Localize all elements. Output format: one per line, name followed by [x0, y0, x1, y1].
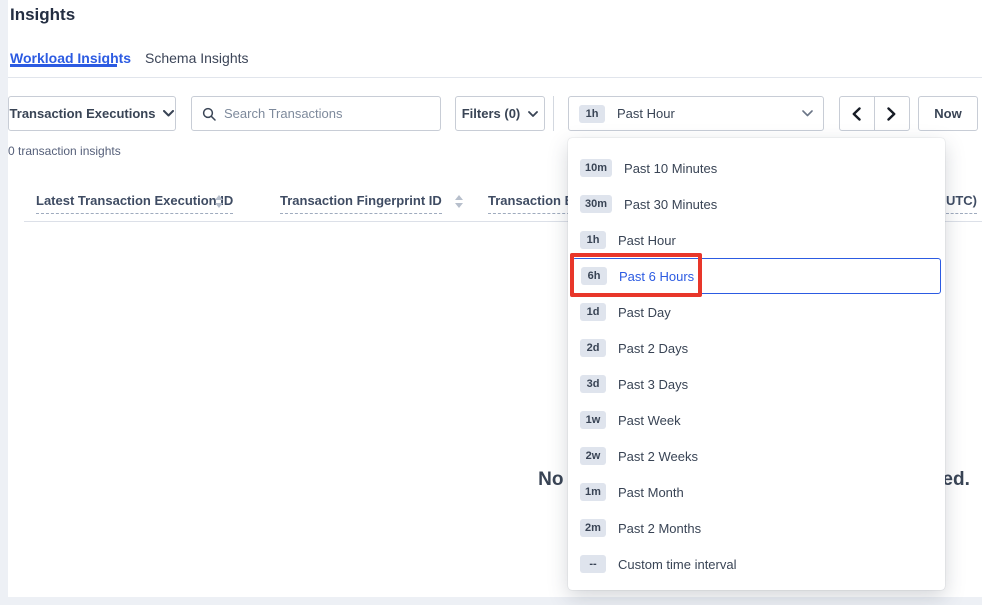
chevron-right-icon: [887, 107, 896, 121]
time-option-label: Past Hour: [618, 233, 676, 248]
tab-schema-insights-label: Schema Insights: [145, 50, 249, 66]
time-option-past-week[interactable]: 1w Past Week: [572, 402, 941, 438]
time-interval-selector[interactable]: 1h Past Hour: [568, 96, 824, 131]
time-option-past-month[interactable]: 1m Past Month: [572, 474, 941, 510]
column-transaction-execution[interactable]: Transaction Ex: [488, 193, 580, 214]
active-tab-underline: [10, 64, 117, 67]
column-latest-transaction-execution-id[interactable]: Latest Transaction Execution ID: [36, 193, 233, 214]
time-option-past-2-days[interactable]: 2d Past 2 Days: [572, 330, 941, 366]
toolbar-divider: [553, 96, 554, 131]
time-option-past-30-minutes[interactable]: 30m Past 30 Minutes: [572, 186, 941, 222]
tab-workload-insights[interactable]: Workload Insights: [10, 50, 131, 66]
time-option-label: Past 2 Weeks: [618, 449, 698, 464]
next-interval-button[interactable]: [875, 97, 910, 130]
column-start-time-utc[interactable]: UTC): [946, 193, 977, 214]
search-icon: [202, 107, 216, 121]
now-button[interactable]: Now: [918, 96, 978, 131]
filters-button[interactable]: Filters (0): [455, 96, 545, 131]
search-box[interactable]: [191, 96, 441, 131]
red-annotation-box: [570, 253, 702, 297]
time-option-badge: --: [580, 555, 606, 573]
now-button-label: Now: [934, 106, 961, 121]
tab-schema-insights[interactable]: Schema Insights: [145, 50, 249, 66]
column-transaction-fingerprint-id[interactable]: Transaction Fingerprint ID: [280, 193, 442, 214]
sort-icon[interactable]: [455, 195, 463, 208]
time-option-label: Custom time interval: [618, 557, 736, 572]
time-option-badge: 2w: [580, 447, 606, 465]
chevron-down-icon: [802, 110, 813, 117]
time-option-badge: 1w: [580, 411, 606, 429]
time-option-past-2-weeks[interactable]: 2w Past 2 Weeks: [572, 438, 941, 474]
time-option-past-10-minutes[interactable]: 10m Past 10 Minutes: [572, 150, 941, 186]
time-option-label: Past 2 Months: [618, 521, 701, 536]
filters-button-label: Filters (0): [462, 106, 521, 121]
time-interval-label: Past Hour: [617, 106, 802, 121]
time-option-label: Past Month: [618, 485, 684, 500]
time-option-badge: 2d: [580, 339, 606, 357]
time-option-badge: 30m: [580, 195, 612, 213]
time-option-badge: 1d: [580, 303, 606, 321]
workload-type-selector-label: Transaction Executions: [10, 106, 156, 121]
tab-bar: Workload Insights Schema Insights: [8, 46, 982, 78]
page-title: Insights: [10, 5, 75, 25]
time-option-past-2-months[interactable]: 2m Past 2 Months: [572, 510, 941, 546]
time-option-label: Past 30 Minutes: [624, 197, 717, 212]
insights-count: 0 transaction insights: [8, 144, 121, 158]
time-interval-dropdown: 10m Past 10 Minutes 30m Past 30 Minutes …: [568, 138, 945, 590]
sort-icon[interactable]: [215, 195, 223, 208]
time-nav-arrows: [839, 96, 910, 131]
search-input[interactable]: [224, 106, 430, 121]
time-option-past-day[interactable]: 1d Past Day: [572, 294, 941, 330]
time-option-label: Past 2 Days: [618, 341, 688, 356]
chevron-left-icon: [852, 107, 861, 121]
time-option-badge: 1m: [580, 483, 606, 501]
time-option-badge: 2m: [580, 519, 606, 537]
time-option-label: Past 10 Minutes: [624, 161, 717, 176]
workload-type-selector[interactable]: Transaction Executions: [8, 96, 176, 131]
time-option-label: Past Day: [618, 305, 671, 320]
time-option-past-3-days[interactable]: 3d Past 3 Days: [572, 366, 941, 402]
time-option-label: Past Week: [618, 413, 681, 428]
chevron-down-icon: [528, 111, 538, 117]
chevron-down-icon: [163, 110, 174, 117]
time-option-badge: 1h: [580, 231, 606, 249]
time-option-custom-interval[interactable]: -- Custom time interval: [572, 546, 941, 582]
time-option-badge: 10m: [580, 159, 612, 177]
time-interval-badge: 1h: [579, 105, 605, 123]
previous-interval-button[interactable]: [840, 97, 875, 130]
time-option-label: Past 3 Days: [618, 377, 688, 392]
content-panel: Insights Workload Insights Schema Insigh…: [8, 0, 982, 597]
time-option-badge: 3d: [580, 375, 606, 393]
